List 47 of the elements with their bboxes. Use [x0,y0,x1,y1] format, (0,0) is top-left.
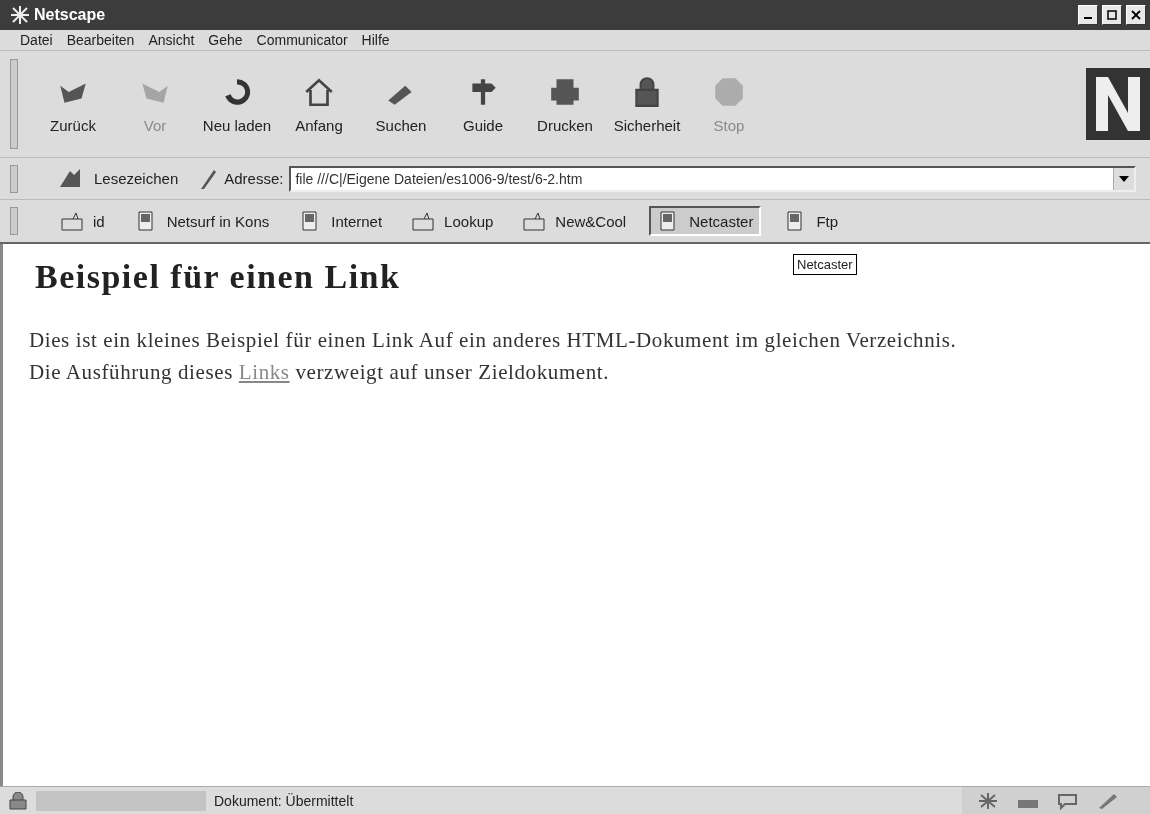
asterisk-icon [10,5,30,25]
tooltip: Netcaster [793,254,857,275]
maximize-icon [1107,10,1117,20]
address-label: Adresse: [224,170,284,187]
bookmark-button[interactable]: Lookup [405,207,501,235]
folder-icon [412,211,435,231]
minimize-button[interactable] [1078,5,1098,25]
bookmark-button[interactable]: Netcaster [649,206,762,236]
paragraph: Dies ist ein kleines Beispiel für einen Link Auf ein anderes HTML-Dokument im gleichen Verzeichnis. Die Ausführung dieses Links verzweigt auf unser Zieldokument. [29,327,958,386]
toolbar-button[interactable]: Guide [442,70,524,138]
page-heading: Beispiel für einen Link [35,258,401,296]
bookmark-button[interactable]: Netsurf in Kons [127,207,277,235]
menu-item[interactable]: Bearbeiten [66,32,135,48]
toolbar-button[interactable]: Suchen [360,70,442,138]
menu-item[interactable]: Communicator [256,32,348,48]
dropdown-button[interactable] [1113,167,1134,190]
toolbar-grip[interactable] [10,59,18,149]
bookmark-button[interactable]: Ftp [777,207,846,235]
address-field[interactable]: file ///C|/Eigene Dateien/es1006-9/test/6-2.htm [289,165,1136,192]
close-icon [1131,10,1141,20]
menu-item[interactable]: Gehe [208,32,243,48]
toolbar-grip[interactable] [10,164,18,193]
toolbar-grip[interactable] [10,207,18,235]
folder-icon [61,211,83,231]
bookmark-button[interactable]: id [54,207,112,235]
toolbar-button[interactable]: Drucken [524,70,606,138]
toolbar-button[interactable]: Neu laden [196,70,278,138]
link[interactable]: Links [238,360,290,384]
menu-item[interactable]: Datei [20,32,53,48]
bookmark-button[interactable]: New&Cool [516,207,634,235]
caret-icon [1119,175,1129,182]
speech-bubble-icon[interactable] [1056,791,1080,810]
toolbar-button[interactable]: Anfang [278,70,360,138]
toolbar-button[interactable]: Sicherheit [606,70,688,138]
maximize-button[interactable] [1102,5,1122,25]
menu-item[interactable]: Hilfe [361,32,390,48]
padlock-icon [8,791,28,810]
minimize-icon [1084,17,1092,19]
status-text: Dokument: Übermittelt [214,792,354,809]
folder-icon [523,211,546,231]
bookmark-button[interactable]: Internet [292,207,390,235]
bookmarks-button[interactable]: Lesezeichen [94,170,179,187]
close-button[interactable] [1126,5,1146,25]
logo-icon[interactable] [1086,68,1150,140]
menu-item[interactable]: Ansicht [148,32,195,48]
toolbar-button[interactable]: Zurück [32,70,114,138]
window-title: Netscape [34,6,106,24]
